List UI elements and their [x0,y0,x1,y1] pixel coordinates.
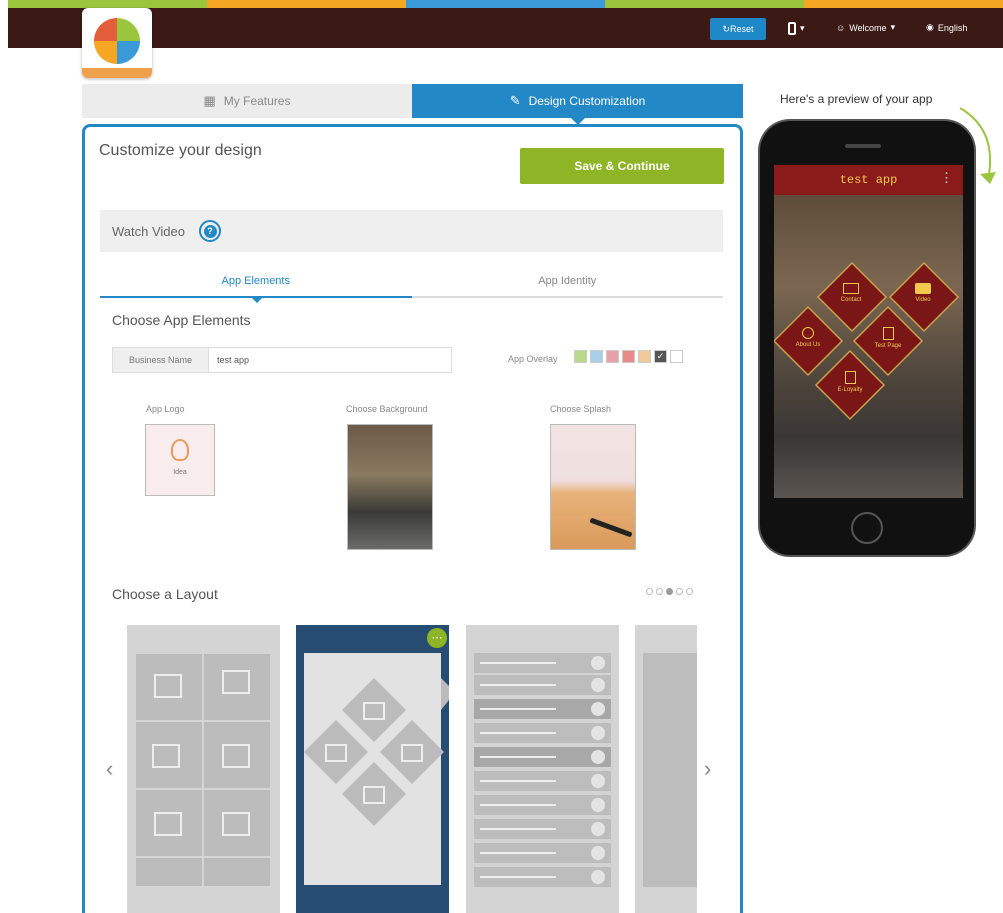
phone-screen: test app ⋮ Contact Video About Us Test P… [774,165,963,498]
menu-item-eloyalty[interactable]: E-Loyalty [825,371,875,393]
preview-label: Here's a preview of your app [780,92,933,106]
menu-item-contact[interactable]: Contact [826,283,876,303]
save-continue-button[interactable]: Save & Continue [520,148,724,184]
splash-thumb[interactable] [550,424,636,550]
globe-icon: ◉ [926,22,934,32]
list-layout-preview [474,653,611,887]
overlay-label: App Overlay [508,354,558,364]
diamond-menu [774,261,960,421]
overlay-swatch[interactable] [622,350,635,363]
caret-down-icon: ▾ [890,22,896,32]
app-logo-thumb[interactable]: Idea [145,424,215,496]
subtab-bar: App Elements App Identity [100,264,723,298]
document-icon [844,371,856,384]
lightbulb-icon [171,439,189,461]
menu-item-test-page[interactable]: Test Page [863,327,913,349]
tab-design-customization-label: Design Customization [528,94,646,108]
choose-splash-label: Choose Splash [550,404,612,414]
tab-design-customization[interactable]: ✎ Design Customization [412,84,743,118]
overlay-swatch[interactable] [590,350,603,363]
layout-grid[interactable] [127,625,280,913]
pen-icon [589,517,633,538]
overlay-swatch[interactable] [574,350,587,363]
phone-home-button [851,512,883,544]
choose-layout-heading: Choose a Layout [112,586,218,602]
user-icon: ☺ [836,22,846,33]
app-logo-label: App Logo [146,404,185,414]
app-logo[interactable] [82,8,152,78]
watch-video-label: Watch Video [112,223,185,239]
app-bar: test app ⋮ [774,165,963,195]
welcome-label: Welcome [849,22,887,33]
menu-item-video[interactable]: Video [898,283,948,303]
pager-dot[interactable] [656,588,663,595]
device-selector[interactable]: ▾ [788,22,805,35]
layout-pager [646,588,693,595]
overlay-swatch-selected[interactable]: ✓ [654,350,667,363]
menu-item-label: Test Page [874,343,902,349]
tab-app-elements[interactable]: App Elements [100,264,412,298]
overlay-swatch[interactable] [606,350,619,363]
pie-logo-icon [94,18,140,64]
menu-item-label: About Us [795,342,821,348]
pager-dot-active[interactable] [666,588,673,595]
layout-list[interactable] [466,625,619,913]
reset-label: Reset [730,24,754,34]
kebab-menu-icon[interactable]: ⋮ [940,171,953,186]
language-menu[interactable]: ◉ English [926,22,967,33]
menu-item-label: E-Loyalty [837,387,863,393]
app-title: test app [839,173,898,187]
phone-speaker [845,144,881,148]
reset-button[interactable]: ↻Reset [710,18,766,40]
menu-item-label: Video [915,297,931,303]
help-icon[interactable]: ? [199,220,221,242]
business-name-field: Business Name [112,347,452,373]
layout-diamond-selected[interactable] [296,625,449,913]
tab-my-features[interactable]: ▦ My Features [82,84,412,118]
share-icon[interactable]: ⋯ [427,628,447,648]
chevron-right-icon[interactable]: › [704,756,711,782]
layout-partial[interactable] [635,625,697,913]
overlay-swatches: ✓ [574,350,683,363]
edit-icon: ✎ [509,93,521,108]
reset-icon: ↻ [722,24,731,34]
menu-item-about[interactable]: About Us [783,327,833,348]
phone-icon [788,22,796,35]
pager-dot[interactable] [676,588,683,595]
choose-elements-heading: Choose App Elements [112,312,251,328]
grid-icon: ▦ [203,93,216,108]
chevron-left-icon[interactable]: ‹ [106,756,113,782]
pager-dot[interactable] [646,588,653,595]
top-color-stripe [8,0,1003,8]
logo-badge-text: Idea [173,469,187,476]
pager-dot[interactable] [686,588,693,595]
page-icon [882,327,894,340]
choose-background-label: Choose Background [346,404,428,414]
welcome-menu[interactable]: ☺ Welcome ▾ [836,22,895,33]
diamond-layout-preview [304,653,449,885]
tab-my-features-label: My Features [223,94,291,108]
business-name-label: Business Name [113,348,209,372]
tab-app-identity[interactable]: App Identity [412,264,724,296]
subtab-arrow [252,298,262,303]
page-title: Customize your design [99,142,262,159]
language-label: English [937,22,968,33]
video-camera-icon [915,283,931,294]
background-thumb[interactable] [347,424,433,550]
person-icon [802,327,814,339]
overlay-swatch[interactable] [670,350,683,363]
business-name-input[interactable] [209,348,451,372]
overlay-swatch[interactable] [638,350,651,363]
watch-video-row[interactable]: Watch Video ? [100,210,723,252]
menu-item-label: Contact [840,297,862,303]
contact-card-icon [843,283,859,294]
caret-down-icon: ▾ [800,23,805,33]
grid-layout-preview [134,652,272,888]
